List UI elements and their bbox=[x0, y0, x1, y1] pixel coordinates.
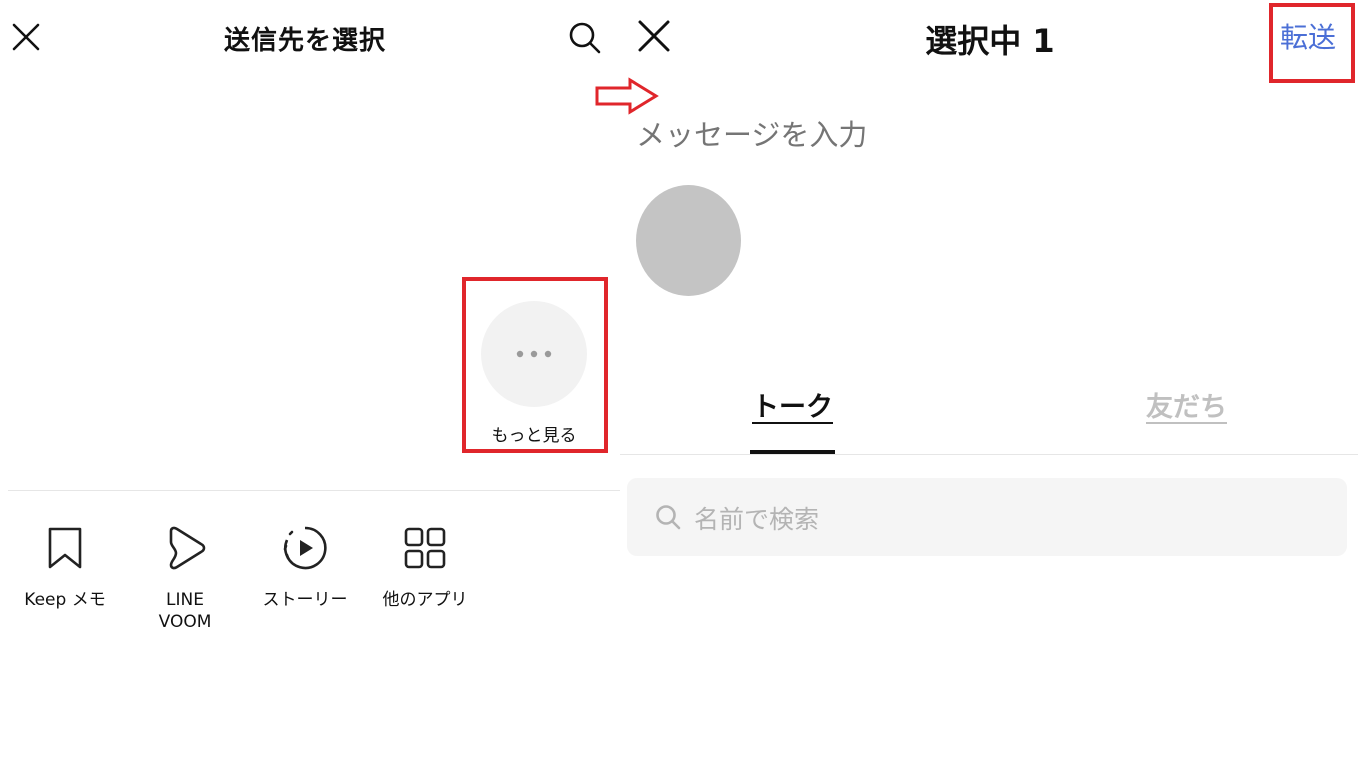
bookmark-icon bbox=[48, 527, 82, 569]
close-icon[interactable] bbox=[636, 18, 672, 54]
search-icon bbox=[656, 505, 681, 530]
selection-count-title: 選択中 1 bbox=[925, 22, 1055, 60]
share-label: 他のアプリ bbox=[382, 590, 468, 610]
share-keep-memo[interactable]: Keep メモ bbox=[10, 525, 120, 611]
share-label: Keep メモ bbox=[24, 590, 106, 610]
page-title: 送信先を選択 bbox=[223, 26, 386, 56]
share-target-screen: 送信先を選択 もっと見る Keep メモ LINE VOOM ストーリー 他のア… bbox=[0, 0, 620, 784]
grid-apps-icon bbox=[404, 527, 446, 569]
tab-talk[interactable]: トーク bbox=[752, 385, 833, 424]
selected-avatar[interactable] bbox=[636, 185, 741, 296]
share-label: LINE VOOM bbox=[158, 590, 212, 632]
voom-play-icon bbox=[169, 526, 206, 570]
story-play-icon bbox=[283, 526, 327, 570]
divider bbox=[620, 454, 1358, 455]
highlight-box-more bbox=[462, 277, 608, 453]
share-line-voom[interactable]: LINE VOOM bbox=[130, 525, 240, 633]
share-label: ストーリー bbox=[262, 590, 348, 610]
search-placeholder: 名前で検索 bbox=[694, 505, 820, 534]
share-other-apps[interactable]: 他のアプリ bbox=[370, 525, 480, 611]
message-input[interactable] bbox=[636, 118, 1136, 152]
share-story[interactable]: ストーリー bbox=[250, 525, 360, 611]
tab-friends[interactable]: 友だち bbox=[1146, 385, 1227, 424]
highlight-box-forward bbox=[1269, 3, 1355, 83]
search-icon[interactable] bbox=[566, 19, 604, 57]
close-icon[interactable] bbox=[9, 20, 43, 54]
divider bbox=[8, 490, 620, 491]
